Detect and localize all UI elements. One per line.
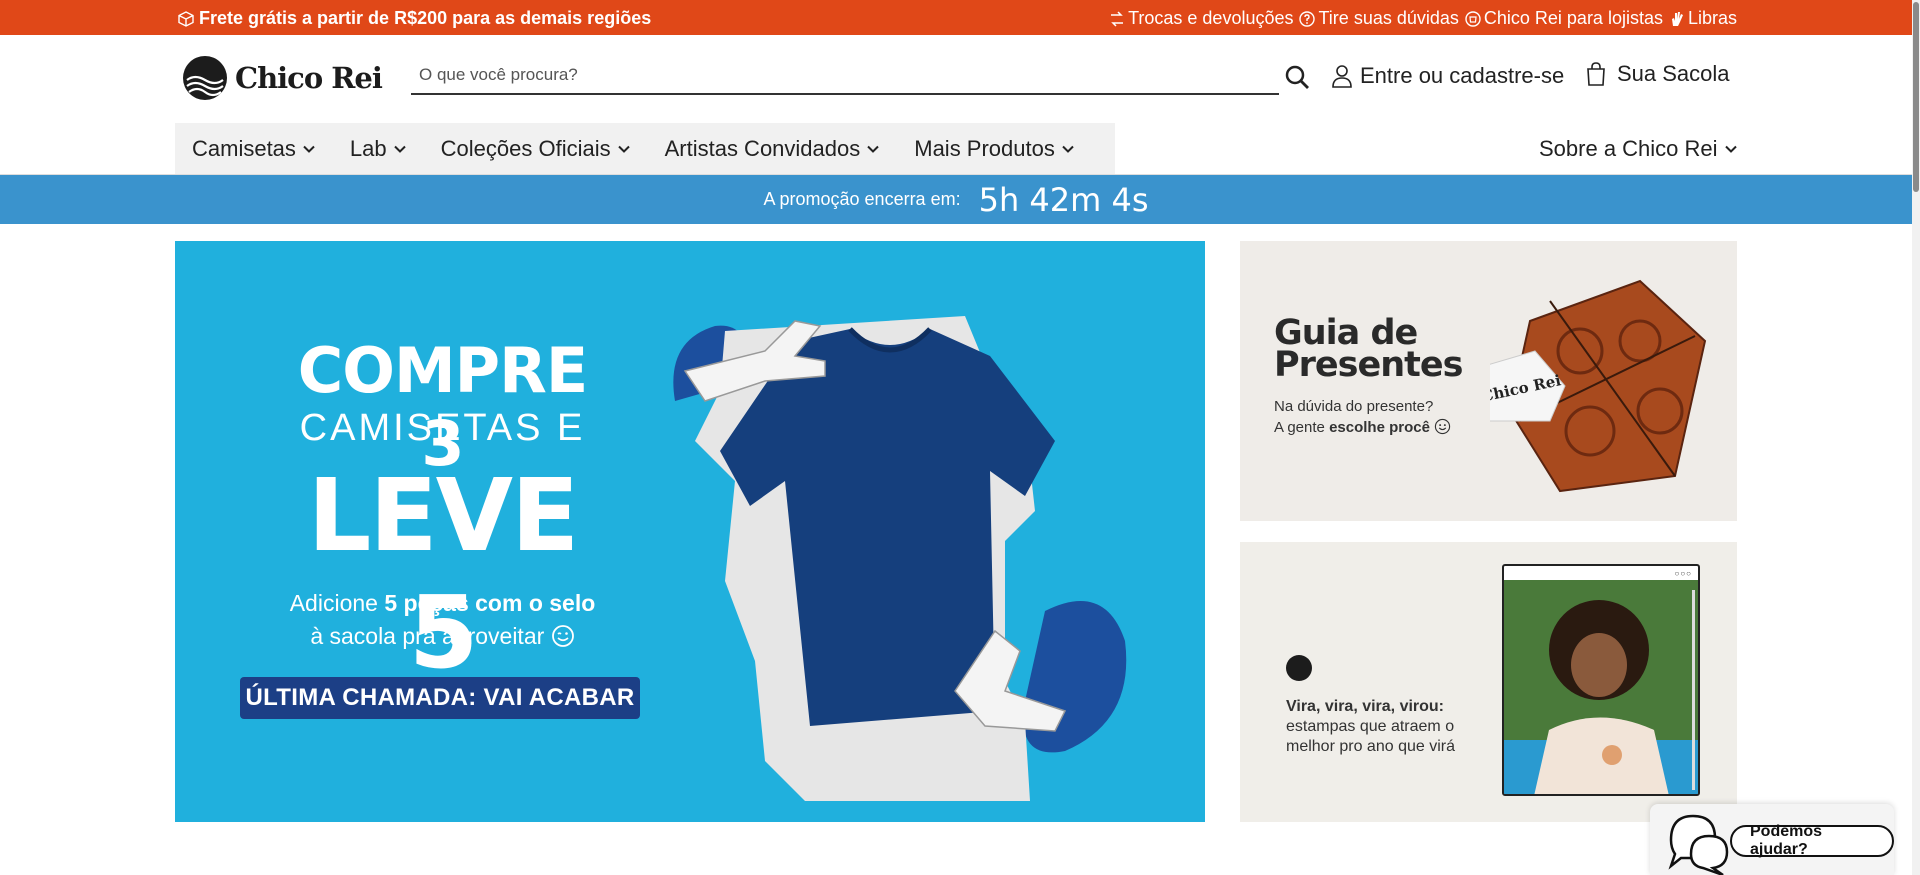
smile-emoji-icon (1434, 418, 1451, 435)
gift-sub-line-2a: A gente (1274, 419, 1330, 436)
collection-banner[interactable]: Vira, vira, vira, virou: estampas que at… (1240, 542, 1737, 822)
main-nav: Camisetas Lab Coleções Oficiais Artistas… (175, 123, 1115, 175)
nav-item-artistas[interactable]: Artistas Convidados (648, 123, 898, 175)
nav-label: Mais Produtos (914, 136, 1055, 161)
countdown-label: A promoção encerra em: (763, 189, 961, 209)
chevron-down-icon (1724, 145, 1737, 153)
search-input[interactable] (411, 57, 1279, 93)
banner-description: Adicione 5 peças com o selo à sacola pra… (225, 587, 660, 653)
nav-item-lab[interactable]: Lab (333, 123, 424, 175)
cart-link[interactable]: Sua Sacola (1585, 61, 1730, 87)
libras-label: Libras (1687, 8, 1737, 28)
gift-box-illustration: Chico Rei (1490, 279, 1707, 493)
chevron-down-icon (867, 145, 879, 153)
page-scrollbar[interactable] (1912, 0, 1920, 875)
search-bar (411, 57, 1279, 95)
login-label: Entre ou cadastre-se (1360, 63, 1565, 88)
collection-headline: Vira, vira, vira, virou: (1286, 698, 1445, 715)
top-promo-bar: Frete grátis a partir de R$200 para as d… (0, 0, 1912, 35)
banner-desc-part-c: à sacola pra aproveitar (310, 623, 545, 649)
nav-item-mais-produtos[interactable]: Mais Produtos (897, 123, 1092, 175)
model-photo (1504, 580, 1698, 794)
gift-guide-banner[interactable]: Guia de Presentes Na dúvida do presente?… (1240, 241, 1737, 521)
brand-mark-icon (183, 56, 227, 100)
chevron-down-icon (1062, 145, 1074, 153)
countdown-timer: 5h 42m 4s (978, 180, 1149, 219)
banner-headline-3: LEVE 5 (307, 457, 580, 691)
site-header: Chico Rei Entre ou cadastre-se Sua Sacol… (0, 35, 1912, 123)
nav-item-colecoes[interactable]: Coleções Oficiais (424, 123, 648, 175)
nav-item-camisetas[interactable]: Camisetas (175, 123, 333, 175)
chevron-down-icon (303, 145, 315, 153)
hand-sign-icon (1671, 11, 1683, 26)
nav-label: Sobre a Chico Rei (1539, 136, 1718, 161)
banner-headline-2: CAMISETAS E (299, 407, 586, 449)
login-link[interactable]: Entre ou cadastre-se (1330, 63, 1564, 89)
returns-label: Trocas e devoluções (1128, 8, 1294, 28)
gift-title-line-2: Presentes (1274, 345, 1463, 385)
promo-banner-compre-3-leve-5[interactable]: COMPRE 3 CAMISETAS E LEVE 5 Adicione 5 p… (175, 241, 1205, 822)
retailers-link[interactable]: Chico Rei para lojistas (1465, 8, 1663, 29)
brand-avatar-icon (1286, 655, 1312, 681)
search-icon (1285, 65, 1309, 89)
banner-desc-part-b: 5 peças com o selo (384, 590, 596, 616)
store-icon (1465, 10, 1481, 27)
returns-link[interactable]: Trocas e devoluções (1109, 8, 1293, 29)
shipping-text: Frete grátis a partir de R$200 para as d… (199, 8, 652, 28)
user-icon (1332, 65, 1352, 88)
collection-text: Vira, vira, vira, virou: estampas que at… (1286, 697, 1461, 757)
chevron-down-icon (617, 145, 630, 153)
top-links: Trocas e devoluções Tire suas dúvidas Ch… (1109, 8, 1737, 29)
shipping-notice: Frete grátis a partir de R$200 para as d… (178, 8, 651, 29)
help-label: Podemos ajudar? (1730, 823, 1894, 858)
faq-link[interactable]: Tire suas dúvidas (1299, 8, 1459, 29)
gift-guide-subtitle: Na dúvida do presente? A gente escolhe p… (1274, 396, 1451, 438)
gift-sub-line-2b: escolhe procê (1329, 419, 1430, 436)
collection-description: estampas que atraem o melhor pro ano que… (1286, 718, 1455, 755)
banner-last-call-badge: ÚLTIMA CHAMADA: VAI ACABAR (240, 677, 640, 719)
faq-label: Tire suas dúvidas (1318, 8, 1459, 28)
nav-item-sobre[interactable]: Sobre a Chico Rei (1539, 123, 1738, 175)
banner-desc-part-a: Adicione (289, 590, 385, 616)
cart-label: Sua Sacola (1617, 61, 1730, 86)
box-icon (178, 10, 194, 27)
brand-name: Chico Rei (235, 61, 383, 95)
brand-logo[interactable]: Chico Rei (183, 56, 383, 100)
help-chat-widget[interactable]: Podemos ajudar? (1650, 804, 1894, 875)
question-icon (1299, 10, 1316, 27)
nav-label: Artistas Convidados (664, 136, 861, 161)
chat-bubbles-icon (1668, 814, 1729, 875)
promo-countdown-bar: A promoção encerra em: 5h 42m 4s (0, 175, 1912, 224)
nav-label: Coleções Oficiais (440, 136, 611, 161)
gift-sub-line-1: Na dúvida do presente? (1274, 398, 1434, 415)
tshirt-illustration (673, 316, 1127, 801)
nav-label: Camisetas (192, 136, 296, 161)
shopping-bag-icon (1587, 62, 1605, 86)
search-button[interactable] (1283, 63, 1311, 91)
retailers-label: Chico Rei para lojistas (1483, 8, 1663, 28)
wink-emoji-icon (551, 625, 574, 647)
scrollbar-thumb[interactable] (1913, 2, 1919, 192)
chevron-down-icon (393, 145, 406, 153)
gift-guide-title: Guia de Presentes (1274, 316, 1463, 383)
window-dots-icon: ○○○ (1674, 569, 1692, 578)
story-photo-frame: ○○○ (1502, 564, 1700, 796)
libras-link[interactable]: Libras (1669, 8, 1737, 29)
exchange-icon (1111, 10, 1124, 27)
nav-label: Lab (349, 136, 387, 161)
